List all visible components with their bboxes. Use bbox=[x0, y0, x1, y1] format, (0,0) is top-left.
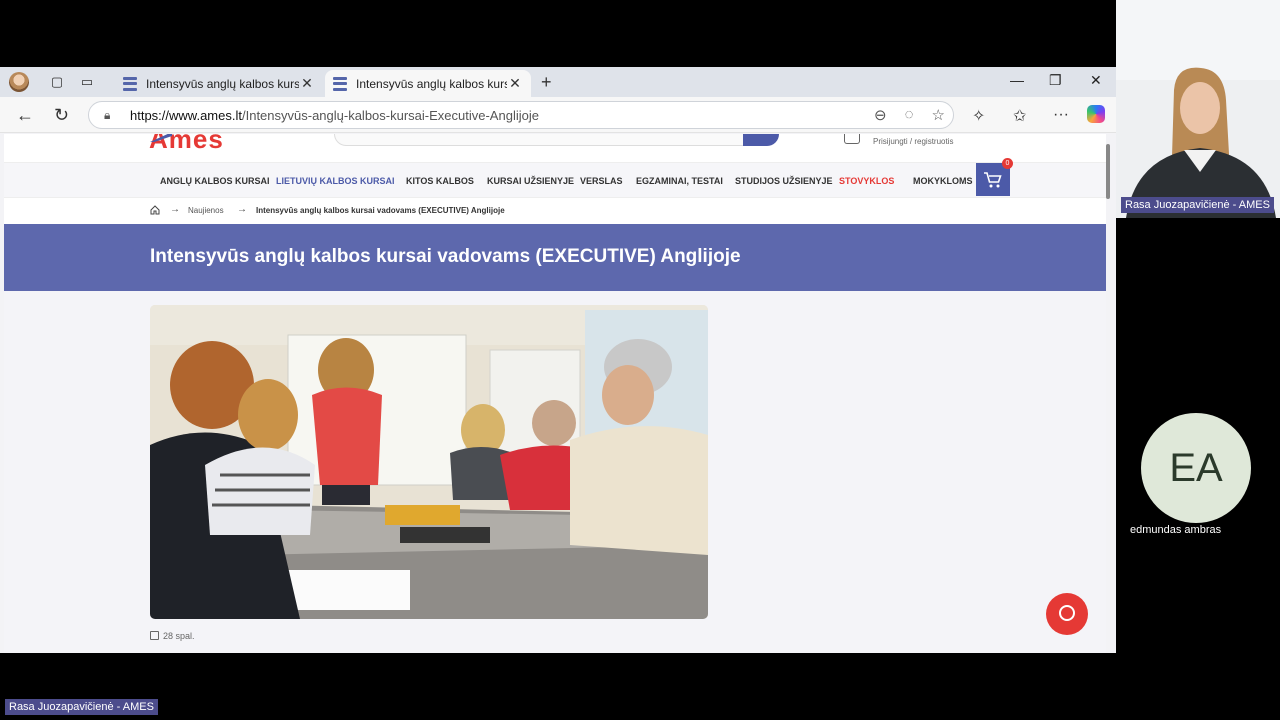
menu-item-schools[interactable]: MOKYKLOMS bbox=[913, 176, 973, 186]
active-speaker-tag: Rasa Juozapavičienė - AMES bbox=[5, 699, 158, 715]
site-search-input[interactable] bbox=[334, 134, 778, 146]
cart-count-badge: 0 bbox=[1002, 158, 1013, 169]
address-bar: ← ↻ 🔒︎ https://www.ames.lt/Intensyvūs-an… bbox=[0, 97, 1116, 133]
calendar-icon bbox=[150, 631, 159, 640]
site-logo[interactable]: Ames bbox=[149, 134, 224, 155]
url-text: https://www.ames.lt/Intensyvūs-anglų-kal… bbox=[130, 107, 539, 123]
presenter-video bbox=[1116, 0, 1280, 218]
menu-item-abroad[interactable]: KURSAI UŽSIENYJE bbox=[487, 176, 574, 186]
participant-name: edmundas ambras bbox=[1130, 524, 1222, 536]
site-header: Ames Prisijungti / registruotis bbox=[4, 134, 1106, 162]
restore-icon[interactable]: ❐ bbox=[1049, 72, 1062, 89]
chat-bubble-icon bbox=[1059, 605, 1075, 621]
minimize-icon[interactable]: — bbox=[1010, 72, 1024, 88]
arrow-right-icon: → bbox=[237, 204, 247, 215]
menu-item-studies[interactable]: STUDIJOS UŽSIENYJE bbox=[735, 176, 833, 186]
article-date: 28 spal. bbox=[163, 631, 195, 641]
breadcrumb: → Naujienos → Intensyvūs anglų kalbos ku… bbox=[4, 198, 1106, 224]
title-banner: Intensyvūs anglų kalbos kursai vadovams … bbox=[4, 224, 1106, 291]
tab-1[interactable]: Intensyvūs anglų kalbos kursai Ex ✕ bbox=[115, 70, 323, 97]
tab-bar: ▢ ▭ Intensyvūs anglų kalbos kursai Ex ✕ … bbox=[0, 67, 1116, 97]
back-icon[interactable]: ← bbox=[16, 105, 34, 126]
site-favicon-icon bbox=[333, 76, 347, 91]
extensions-icon[interactable]: ✧ bbox=[972, 106, 985, 126]
menu-item-other-languages[interactable]: KITOS KALBOS bbox=[406, 176, 474, 186]
site-favicon-icon bbox=[123, 76, 137, 91]
favorites-icon[interactable]: ✩ bbox=[1013, 106, 1026, 126]
menu-item-lithuanian[interactable]: LIETUVIŲ KALBOS KURSAI bbox=[276, 176, 395, 186]
new-tab-icon[interactable]: + bbox=[541, 72, 552, 93]
menu-item-business[interactable]: VERSLAS bbox=[580, 176, 623, 186]
zoom-icon[interactable]: ⊖ bbox=[874, 106, 887, 124]
login-icon[interactable] bbox=[844, 134, 860, 144]
menu-item-camps[interactable]: STOVYKLOS bbox=[839, 176, 894, 186]
tab-title: Intensyvūs anglų kalbos kursai Ex bbox=[356, 76, 507, 91]
participant-avatar: EA bbox=[1141, 413, 1251, 523]
refresh-icon[interactable]: ↻ bbox=[54, 105, 69, 126]
breadcrumb-news-link[interactable]: Naujienos bbox=[188, 206, 224, 215]
menu-item-exams[interactable]: EGZAMINAI, TESTAI bbox=[636, 176, 723, 186]
more-menu-icon[interactable]: ··· bbox=[1053, 106, 1069, 124]
breadcrumb-current: Intensyvūs anglų kalbos kursai vadovams … bbox=[256, 206, 505, 215]
close-tab-icon[interactable]: ✕ bbox=[507, 75, 523, 92]
arrow-right-icon: → bbox=[170, 204, 180, 215]
lock-icon: 🔒︎ bbox=[104, 108, 111, 122]
page-scrollbar[interactable] bbox=[1106, 144, 1110, 199]
tab-2-active[interactable]: Intensyvūs anglų kalbos kursai Ex ✕ bbox=[325, 70, 531, 97]
menu-item-english[interactable]: ANGLŲ KALBOS KURSAI bbox=[160, 176, 270, 186]
reading-mode-icon[interactable]: ◌ bbox=[905, 106, 914, 124]
page-title: Intensyvūs anglų kalbos kursai vadovams … bbox=[150, 246, 741, 267]
cart-icon bbox=[984, 171, 1002, 187]
shared-screen: ▢ ▭ Intensyvūs anglų kalbos kursai Ex ✕ … bbox=[0, 67, 1116, 653]
article-image bbox=[150, 305, 708, 619]
close-tab-icon[interactable]: ✕ bbox=[299, 75, 315, 92]
main-menu: ANGLŲ KALBOS KURSAI LIETUVIŲ KALBOS KURS… bbox=[4, 158, 1106, 198]
tab-title: Intensyvūs anglų kalbos kursai Ex bbox=[146, 76, 299, 91]
home-icon[interactable] bbox=[150, 205, 160, 215]
close-window-icon[interactable]: ✕ bbox=[1090, 72, 1102, 89]
copilot-icon[interactable] bbox=[1087, 105, 1105, 123]
presenter-name-tag: Rasa Juozapavičienė - AMES bbox=[1121, 197, 1274, 213]
tab-actions-icon[interactable]: ▭ bbox=[79, 74, 95, 90]
login-link[interactable]: Prisijungti / registruotis bbox=[873, 137, 953, 146]
live-chat-button[interactable] bbox=[1046, 593, 1088, 635]
site-search-button[interactable] bbox=[743, 134, 779, 146]
favorite-star-icon[interactable]: ☆ bbox=[932, 106, 945, 124]
workspaces-icon[interactable]: ▢ bbox=[49, 74, 65, 90]
web-page: Ames Prisijungti / registruotis ANGLŲ KA… bbox=[4, 134, 1106, 653]
profile-avatar[interactable] bbox=[9, 72, 29, 92]
meeting-window: ▢ ▭ Intensyvūs anglų kalbos kursai Ex ✕ … bbox=[0, 0, 1280, 720]
url-field[interactable]: 🔒︎ https://www.ames.lt/Intensyvūs-anglų-… bbox=[88, 101, 954, 129]
